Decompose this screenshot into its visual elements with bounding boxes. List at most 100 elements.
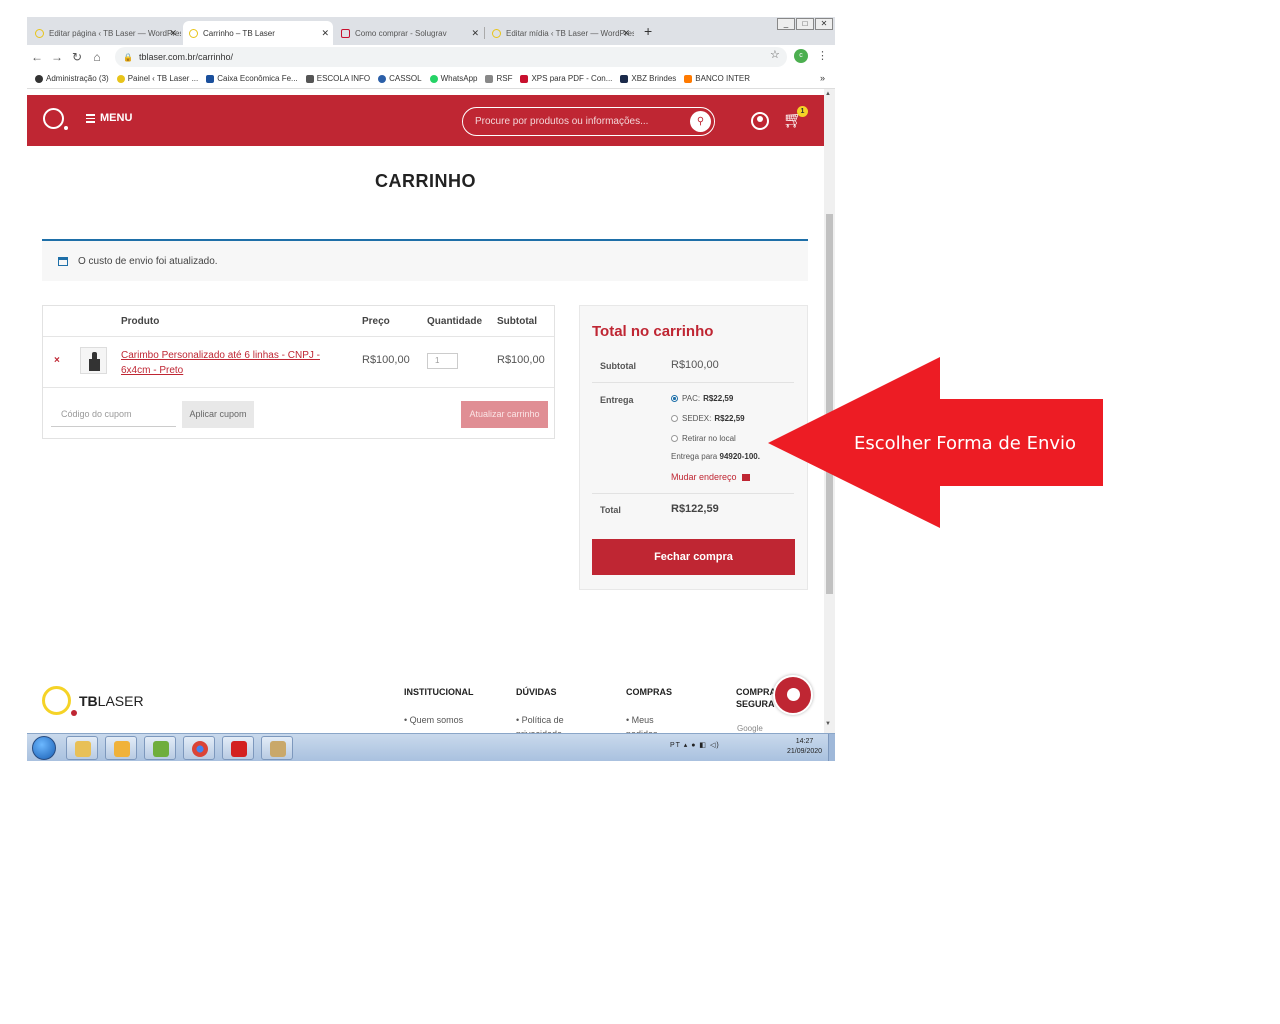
taskbar-paint[interactable] (261, 736, 293, 760)
tab-como-comprar[interactable]: Como comprar - Solugrav ✕ (335, 21, 483, 45)
home-icon[interactable]: ⌂ (87, 50, 107, 64)
option-name: Retirar no local (682, 434, 736, 443)
checkout-button[interactable]: Fechar compra (592, 539, 795, 575)
radio-unselected[interactable] (671, 435, 678, 442)
language-indicator[interactable]: PT (670, 742, 681, 749)
bookmark-cassol[interactable]: CASSOL (378, 74, 422, 83)
bookmark-xps-pdf[interactable]: XPS para PDF - Con... (520, 74, 612, 83)
product-link[interactable]: Carimbo Personalizado até 6 linhas - CNP… (121, 348, 331, 378)
shipping-option-sedex[interactable]: SEDEX: R$22,59 (671, 414, 745, 423)
footer-col-duvidas: DÚVIDAS (516, 687, 557, 697)
scroll-up-icon[interactable]: ▲ (825, 91, 831, 97)
footer-link-quem-somos[interactable]: • Quem somos (404, 713, 463, 727)
taskbar-app-3[interactable] (144, 736, 176, 760)
scroll-down-icon[interactable]: ▼ (825, 721, 831, 727)
browser-toolbar: ← → ↻ ⌂ 🔒 tblaser.com.br/carrinho/ ☆ c ⋮ (27, 45, 835, 69)
wordpress-favicon-icon (35, 28, 44, 38)
change-address-link[interactable]: Mudar endereço (671, 472, 750, 482)
account-icon[interactable] (751, 112, 769, 130)
tab-label: Como comprar - Solugrav (355, 28, 447, 38)
update-cart-button[interactable]: Atualizar carrinho (461, 401, 548, 428)
shipping-option-pickup[interactable]: Retirar no local (671, 434, 736, 443)
chrome-icon (192, 741, 208, 757)
bookmark-administracao[interactable]: Administração (3) (35, 74, 109, 83)
reload-icon[interactable]: ↻ (67, 50, 87, 64)
tab-label: Carrinho – TB Laser (203, 28, 275, 38)
tab-separator (484, 27, 485, 39)
close-icon[interactable]: ✕ (622, 28, 630, 39)
footer-logo-icon[interactable] (42, 686, 71, 715)
browser-menu-icon[interactable]: ⋮ (817, 49, 828, 62)
footer-link-privacidade[interactable]: • Política de privacidade (516, 713, 586, 733)
clock[interactable]: 14:27 21/09/2020 (787, 737, 822, 757)
address-bar[interactable]: 🔒 tblaser.com.br/carrinho/ (115, 47, 787, 67)
taskbar-chrome[interactable] (183, 736, 215, 760)
coupon-code-input[interactable]: Código do cupom (51, 401, 176, 427)
apply-coupon-button[interactable]: Aplicar cupom (182, 401, 254, 428)
minimize-icon[interactable]: _ (777, 18, 795, 30)
site-logo-icon[interactable] (43, 108, 64, 129)
header-quantity: Quantidade (427, 316, 483, 327)
bookmark-label: Administração (3) (46, 74, 109, 83)
maximize-icon[interactable]: □ (796, 18, 814, 30)
profile-avatar[interactable]: c (794, 49, 808, 63)
search-icon[interactable]: ⚲ (690, 111, 711, 132)
search-placeholder: Procure por produtos ou informações... (475, 116, 649, 127)
menu-button[interactable]: MENU (86, 112, 132, 125)
tab-editar-pagina[interactable]: Editar página ‹ TB Laser — WordPress ✕ (29, 21, 181, 45)
taskbar-app-2[interactable] (105, 736, 137, 760)
whatsapp-icon (429, 74, 438, 83)
shipping-updated-notice: O custo de envio foi atualizado. (42, 239, 808, 281)
total-label: Total (600, 505, 621, 515)
radio-selected[interactable] (671, 395, 678, 402)
annotation-text: Escolher Forma de Envio (854, 433, 1077, 454)
inter-icon (684, 74, 693, 83)
close-window-icon[interactable]: ✕ (815, 18, 833, 30)
escola-icon (305, 74, 314, 83)
page-title: CARRINHO (375, 171, 476, 191)
logo-bold: TB (79, 693, 98, 709)
product-thumbnail[interactable] (80, 347, 107, 374)
close-icon[interactable]: ✕ (169, 28, 177, 39)
footer-logo-dot (71, 710, 77, 716)
taskbar-app-5[interactable] (222, 736, 254, 760)
header-price: Preço (362, 316, 390, 327)
remove-item-icon[interactable]: × (54, 355, 60, 366)
bookmark-whatsapp[interactable]: WhatsApp (429, 74, 477, 83)
search-input[interactable]: Procure por produtos ou informações... ⚲ (462, 107, 715, 136)
stamp-body-shape (89, 359, 100, 371)
bookmark-label: Caixa Econômica Fe... (217, 74, 298, 83)
quantity-input[interactable]: 1 (427, 353, 458, 369)
back-icon[interactable]: ← (27, 50, 47, 64)
bookmarks-overflow-icon[interactable]: » (820, 73, 825, 83)
bookmark-star-icon[interactable]: ☆ (770, 48, 780, 61)
bookmark-painel[interactable]: Painel ‹ TB Laser ... (116, 74, 198, 83)
chat-icon[interactable] (773, 675, 813, 715)
tab-editar-midia[interactable]: Editar mídia ‹ TB Laser — WordPress ✕ (486, 21, 634, 45)
new-tab-button[interactable]: + (644, 23, 652, 39)
forward-icon[interactable]: → (47, 50, 67, 64)
close-icon[interactable]: ✕ (321, 28, 329, 39)
bookmark-escola-info[interactable]: ESCOLA INFO (305, 74, 370, 83)
bookmark-label: CASSOL (389, 74, 422, 83)
footer-link-meus-pedidos[interactable]: • Meus pedidos (626, 713, 686, 733)
clock-time: 14:27 (795, 738, 814, 745)
bookmark-banco-inter[interactable]: BANCO INTER (684, 74, 750, 83)
bookmark-xbz[interactable]: XBZ Brindes (620, 74, 676, 83)
start-button-icon[interactable] (32, 736, 56, 760)
stamp-handle-shape (92, 352, 97, 359)
caixa-icon (206, 74, 215, 83)
app-icon (153, 741, 169, 757)
cart-count-badge: 1 (797, 106, 808, 117)
show-desktop-button[interactable] (828, 734, 835, 761)
bookmark-caixa[interactable]: Caixa Econômica Fe... (206, 74, 298, 83)
bookmark-rsf[interactable]: RSF (485, 74, 512, 83)
tab-carrinho[interactable]: Carrinho – TB Laser ✕ (183, 21, 333, 45)
shipping-option-pac[interactable]: PAC: R$22,59 (671, 394, 733, 403)
taskbar-explorer[interactable] (66, 736, 98, 760)
notice-text: O custo de envio foi atualizado. (78, 255, 218, 267)
close-icon[interactable]: ✕ (471, 28, 479, 39)
logo-light: LASER (97, 693, 144, 709)
radio-unselected[interactable] (671, 415, 678, 422)
tab-label: Editar página ‹ TB Laser — WordPress (49, 28, 181, 38)
